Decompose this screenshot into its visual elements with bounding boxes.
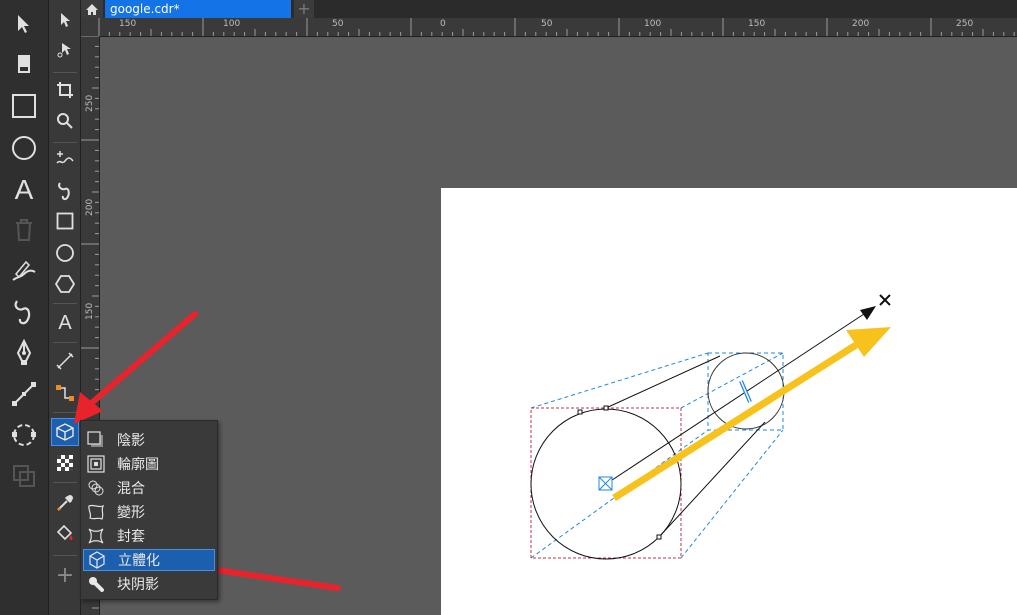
extrude-center-handle[interactable] bbox=[598, 476, 613, 491]
menu-item-label: 封套 bbox=[117, 529, 145, 545]
node-handle[interactable] bbox=[656, 534, 662, 540]
menu-item-label: 混合 bbox=[117, 481, 145, 497]
menu-item-drop-shadow[interactable]: 陰影 bbox=[83, 429, 215, 451]
extrude-edge bbox=[605, 355, 721, 409]
extrude-vector-arrowhead bbox=[860, 306, 876, 320]
menu-item-contour[interactable]: 輪廓圖 bbox=[83, 453, 215, 475]
menu-item-label: 立體化 bbox=[118, 553, 160, 569]
menu-item-label: 陰影 bbox=[117, 433, 145, 449]
extrude-icon bbox=[86, 550, 108, 570]
node-handle[interactable] bbox=[577, 409, 583, 415]
extrude-vector-line bbox=[605, 313, 865, 485]
menu-item-blend[interactable]: 混合 bbox=[83, 477, 215, 499]
distort-icon bbox=[85, 502, 107, 522]
menu-item-label: 變形 bbox=[117, 505, 145, 521]
drop-shadow-icon bbox=[85, 430, 107, 450]
node-handle[interactable] bbox=[603, 405, 609, 411]
menu-item-extrude[interactable]: 立體化 bbox=[83, 549, 215, 571]
menu-item-label: 輪廓圖 bbox=[117, 457, 159, 473]
vanishing-point-icon[interactable] bbox=[879, 294, 891, 306]
menu-item-envelope[interactable]: 封套 bbox=[83, 525, 215, 547]
extrude-guides bbox=[530, 352, 784, 559]
block-shadow-icon bbox=[85, 574, 107, 594]
contour-icon bbox=[85, 454, 107, 474]
annotation-arrow-toolbar bbox=[74, 311, 198, 424]
blend-icon bbox=[85, 478, 107, 498]
effects-flyout-menu: 陰影 輪廓圖 混合 變形 封套 立體化 块阴影 bbox=[80, 420, 218, 600]
menu-item-block-shadow[interactable]: 块阴影 bbox=[83, 573, 215, 595]
menu-item-distort[interactable]: 變形 bbox=[83, 501, 215, 523]
envelope-icon bbox=[85, 526, 107, 546]
menu-item-label: 块阴影 bbox=[117, 577, 159, 593]
